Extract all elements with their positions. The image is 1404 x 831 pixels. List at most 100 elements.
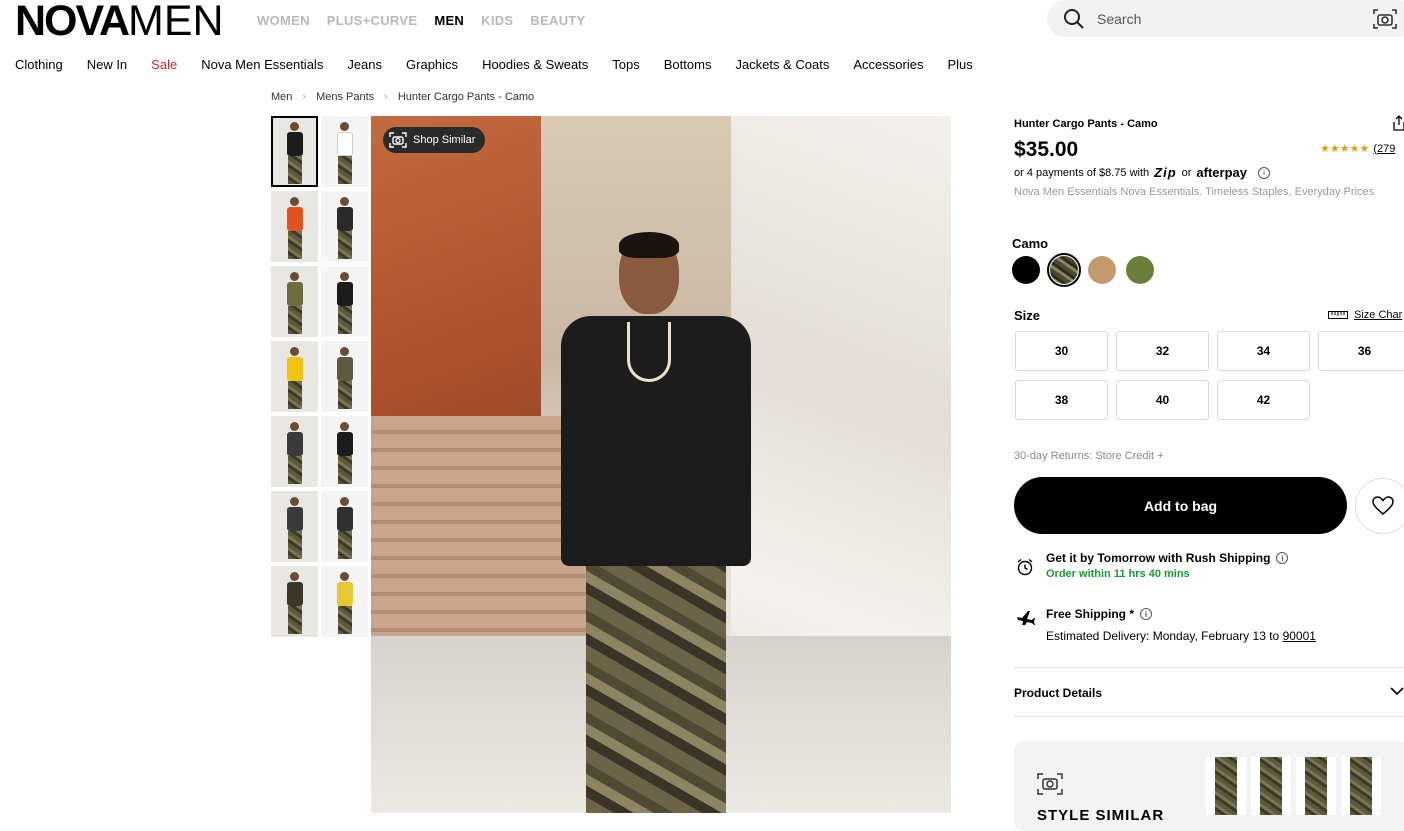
style-similar-panel[interactable]: STYLE SIMILAR <box>1014 741 1404 831</box>
color-swatches <box>1012 253 1154 287</box>
product-thumbnail[interactable] <box>321 491 368 562</box>
similar-item[interactable] <box>1251 757 1291 815</box>
dept-beauty[interactable]: BEAUTY <box>530 13 585 28</box>
similar-items <box>1206 757 1381 815</box>
product-thumbnail[interactable] <box>321 266 368 337</box>
nova-men-logo[interactable]: NOVA MEN <box>15 0 224 43</box>
size-label: Size <box>1014 308 1041 323</box>
model-figure <box>531 232 771 813</box>
search-icon[interactable] <box>1063 8 1085 30</box>
similar-item[interactable] <box>1206 757 1246 815</box>
color-swatch-khaki[interactable] <box>1088 256 1116 284</box>
search-bar[interactable] <box>1047 0 1404 37</box>
similar-item[interactable] <box>1296 757 1336 815</box>
main-product-image[interactable] <box>371 116 951 813</box>
style-similar-title: STYLE SIMILAR <box>1037 807 1165 824</box>
product-title: Hunter Cargo Pants - Camo <box>1014 118 1158 130</box>
breadcrumb-item[interactable]: Hunter Cargo Pants - Camo <box>398 91 534 103</box>
product-price: $35.00 <box>1014 138 1079 161</box>
free-shipping-title: Free Shipping * <box>1046 607 1135 621</box>
chevron-right-icon: › <box>384 91 388 103</box>
add-to-bag-button[interactable]: Add to bag <box>1014 477 1347 534</box>
color-swatch-camo[interactable] <box>1047 253 1081 287</box>
product-thumbnail[interactable] <box>271 341 318 412</box>
site-header: NOVA MEN WOMEN PLUS+CURVE MEN KIDS BEAUTY <box>0 0 1404 44</box>
product-thumbnail[interactable] <box>321 341 368 412</box>
visual-search-camera-icon[interactable] <box>1372 7 1398 31</box>
info-icon[interactable]: i <box>1276 552 1289 564</box>
product-thumbnail[interactable] <box>271 191 318 262</box>
product-thumbnail[interactable] <box>321 191 368 262</box>
info-icon[interactable]: i <box>1258 166 1270 179</box>
payments-text: or 4 payments of $8.75 with <box>1014 166 1150 179</box>
category-new-in[interactable]: New In <box>87 57 127 72</box>
product-thumbnail[interactable] <box>271 491 318 562</box>
breadcrumb-item[interactable]: Men <box>271 91 292 103</box>
size-option-36[interactable]: 36 <box>1318 331 1404 371</box>
category-clothing[interactable]: Clothing <box>15 57 63 72</box>
product-thumbnail[interactable] <box>271 416 318 487</box>
rating-summary[interactable]: ★★★★★ (279 <box>1320 142 1395 156</box>
alarm-clock-icon <box>1017 558 1033 576</box>
dept-women[interactable]: WOMEN <box>257 13 310 28</box>
size-option-38[interactable]: 38 <box>1015 380 1108 420</box>
size-option-40[interactable]: 40 <box>1116 380 1209 420</box>
info-icon[interactable]: i <box>1140 608 1153 620</box>
rush-countdown: Order within 11 hrs 40 mins <box>1046 568 1190 580</box>
camera-scan-icon <box>389 132 407 148</box>
dept-men[interactable]: MEN <box>434 13 464 28</box>
product-thumbnail[interactable] <box>321 566 368 637</box>
size-option-34[interactable]: 34 <box>1217 331 1310 371</box>
category-tops[interactable]: Tops <box>612 57 639 72</box>
zip-logo[interactable]: Zip <box>1154 165 1177 180</box>
category-bottoms[interactable]: Bottoms <box>664 57 712 72</box>
product-thumbnail[interactable] <box>271 266 318 337</box>
dept-plus-curve[interactable]: PLUS+CURVE <box>327 13 418 28</box>
category-hoodies-sweats[interactable]: Hoodies & Sweats <box>482 57 588 72</box>
product-details-label: Product Details <box>1014 686 1103 700</box>
category-jeans[interactable]: Jeans <box>347 57 382 72</box>
product-details-accordion[interactable]: Product Details <box>1014 667 1404 717</box>
search-input[interactable] <box>1097 8 1347 30</box>
category-nav: Clothing New In Sale Nova Men Essentials Jea… <box>15 57 973 72</box>
category-jackets-coats[interactable]: Jackets & Coats <box>735 57 829 72</box>
category-nova-men-essentials[interactable]: Nova Men Essentials <box>201 57 323 72</box>
afterpay-logo[interactable]: afterpay <box>1196 165 1247 180</box>
selected-color-label: Camo <box>1012 236 1049 251</box>
chevron-down-icon <box>1390 687 1404 696</box>
product-thumbnail[interactable] <box>271 116 318 187</box>
rush-shipping-title: Get it by Tomorrow with Rush Shipping <box>1046 551 1271 565</box>
category-plus[interactable]: Plus <box>947 57 972 72</box>
returns-policy: 30-day Returns: Store Credit + <box>1014 450 1164 462</box>
size-options: 30 32 34 36 38 40 42 <box>1015 331 1404 420</box>
color-swatch-olive[interactable] <box>1126 256 1154 284</box>
category-graphics[interactable]: Graphics <box>406 57 458 72</box>
breadcrumb-item[interactable]: Mens Pants <box>316 91 374 103</box>
product-thumbnail[interactable] <box>321 116 368 187</box>
size-option-42[interactable]: 42 <box>1217 380 1310 420</box>
thumbnail-gallery <box>271 116 369 637</box>
product-thumbnail[interactable] <box>321 416 368 487</box>
review-count[interactable]: (279 <box>1373 143 1395 155</box>
star-rating-icon: ★★★★★ <box>1320 143 1370 155</box>
dept-kids[interactable]: KIDS <box>481 13 513 28</box>
airplane-icon <box>1017 611 1035 625</box>
heart-icon <box>1372 496 1394 515</box>
category-accessories[interactable]: Accessories <box>853 57 923 72</box>
color-swatch-black[interactable] <box>1012 256 1040 284</box>
similar-item[interactable] <box>1341 757 1381 815</box>
wishlist-button[interactable] <box>1355 478 1404 534</box>
size-option-32[interactable]: 32 <box>1116 331 1209 371</box>
shop-similar-button[interactable]: Shop Similar <box>383 127 486 153</box>
installment-payments: or 4 payments of $8.75 with Zip or after… <box>1014 165 1270 180</box>
size-chart-link[interactable]: Size Char <box>1328 309 1402 321</box>
department-nav: WOMEN PLUS+CURVE MEN KIDS BEAUTY <box>257 13 586 28</box>
product-thumbnail[interactable] <box>271 566 318 637</box>
share-icon[interactable] <box>1393 115 1404 131</box>
breadcrumb: Men › Mens Pants › Hunter Cargo Pants - Camo <box>271 91 534 103</box>
chevron-right-icon: › <box>302 91 307 103</box>
size-option-30[interactable]: 30 <box>1015 331 1108 371</box>
zip-code-link[interactable]: 90001 <box>1283 629 1316 643</box>
or-text: or <box>1181 166 1192 179</box>
category-sale[interactable]: Sale <box>151 57 177 72</box>
